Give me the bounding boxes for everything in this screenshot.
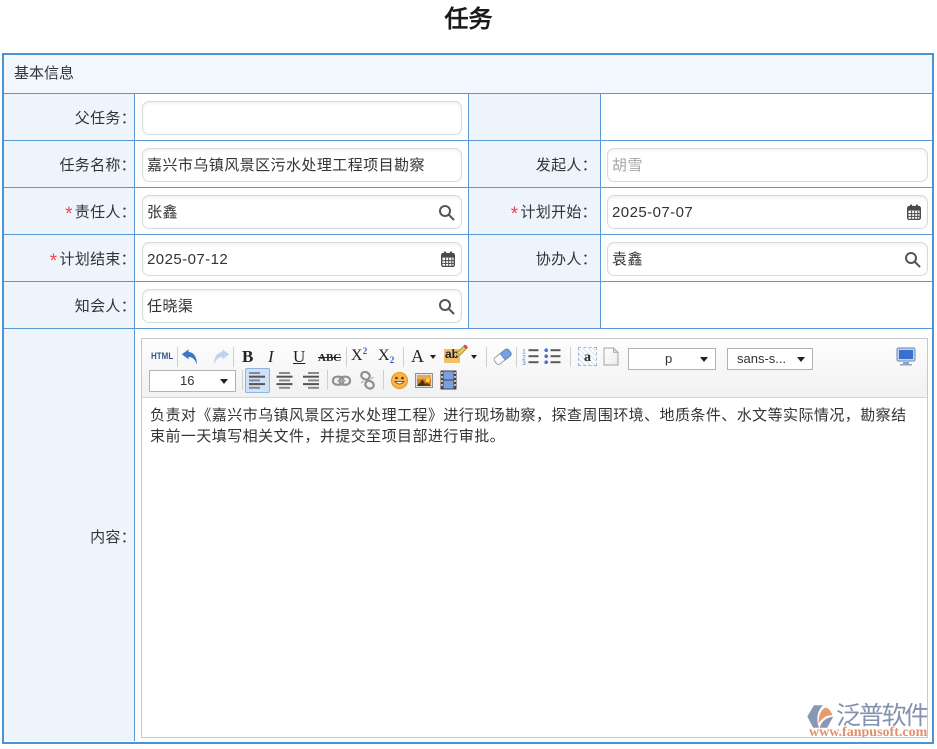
svg-text:3: 3 [522,360,526,365]
